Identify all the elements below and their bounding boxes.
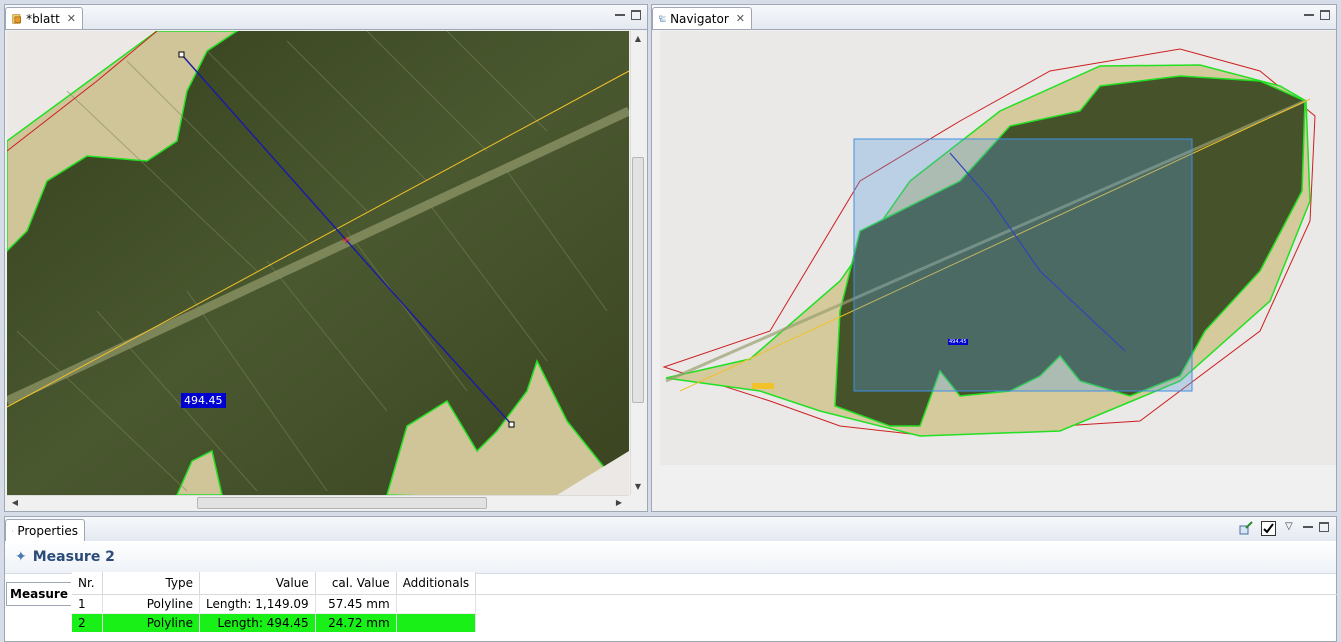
navigator-tabbar: Navigator ✕ xyxy=(652,5,1336,30)
maximize-icon[interactable] xyxy=(1320,10,1330,20)
scroll-down-icon[interactable]: ▼ xyxy=(632,481,644,493)
properties-tabbar: Properties ▽ xyxy=(5,517,1336,542)
navigator-icon xyxy=(659,15,666,22)
measure-table: Nr. Type Value cal. Value Additionals 1 … xyxy=(72,572,477,632)
column-header-additionals[interactable]: Additionals xyxy=(396,572,477,595)
close-icon[interactable]: ✕ xyxy=(736,12,745,25)
cell-type: Polyline xyxy=(102,594,200,614)
properties-header xyxy=(5,541,1336,574)
scroll-thumb-vertical[interactable] xyxy=(632,157,644,403)
editor-tabbar: *blatt ✕ xyxy=(5,5,647,30)
measure-label[interactable]: 494.45 xyxy=(181,393,226,408)
properties-tab-label: Properties xyxy=(17,523,78,538)
measure-side-tab[interactable]: Measure xyxy=(6,582,71,606)
table-header-line xyxy=(72,594,1337,595)
cell-value: Length: 494.45 xyxy=(199,613,316,632)
maximize-icon[interactable] xyxy=(631,10,641,20)
pin-icon[interactable] xyxy=(1239,521,1253,535)
scroll-up-icon[interactable]: ▲ xyxy=(632,33,644,45)
cell-cal-value: 57.45 mm xyxy=(315,594,397,614)
cell-cal-value: 24.72 mm xyxy=(315,613,397,632)
column-header-type[interactable]: Type xyxy=(102,572,200,595)
table-header-row: Nr. Type Value cal. Value Additionals xyxy=(72,572,477,595)
navigator-pane: Navigator ✕ 494.45 xyxy=(651,4,1337,512)
editor-pane: *blatt ✕ 494.45 ▲ ▼ ◀ ▶ xyxy=(4,4,648,512)
leaf-zoom-image xyxy=(7,31,629,495)
measure-icon: ✦ xyxy=(15,549,27,565)
navigator-tab-label: Navigator xyxy=(670,11,729,26)
column-header-cal-value[interactable]: cal. Value xyxy=(315,572,397,595)
cell-additionals xyxy=(396,613,477,632)
view-menu-icon[interactable]: ▽ xyxy=(1285,521,1293,532)
editor-tab-label: *blatt xyxy=(26,11,60,26)
navigator-tab[interactable]: Navigator ✕ xyxy=(652,7,752,29)
navigator-measure-label: 494.45 xyxy=(948,339,968,345)
cell-type: Polyline xyxy=(102,613,200,632)
cell-nr: 1 xyxy=(72,594,103,614)
checkbox-toggle-icon[interactable] xyxy=(1261,521,1276,536)
column-header-value[interactable]: Value xyxy=(199,572,316,595)
maximize-icon[interactable] xyxy=(1319,522,1329,532)
minimize-icon[interactable] xyxy=(615,10,625,16)
properties-icon xyxy=(12,529,14,532)
minimize-icon[interactable] xyxy=(1304,10,1314,16)
properties-title-text: Measure 2 xyxy=(32,549,115,565)
horizontal-scrollbar[interactable]: ◀ ▶ xyxy=(7,495,629,510)
navigator-overview[interactable]: 494.45 xyxy=(660,31,1336,465)
cell-value: Length: 1,149.09 xyxy=(199,594,316,614)
minimize-icon[interactable] xyxy=(1303,522,1313,528)
close-icon[interactable]: ✕ xyxy=(67,12,76,25)
editor-tab[interactable]: *blatt ✕ xyxy=(5,7,83,29)
properties-tab[interactable]: Properties xyxy=(5,519,85,541)
scroll-left-icon[interactable]: ◀ xyxy=(9,497,21,509)
leaf-zoom-view[interactable]: 494.45 xyxy=(7,31,629,495)
scroll-thumb-horizontal[interactable] xyxy=(197,497,487,509)
cell-additionals xyxy=(396,594,477,614)
table-row-selected[interactable]: 2 Polyline Length: 494.45 24.72 mm xyxy=(72,613,477,632)
table-row[interactable]: 1 Polyline Length: 1,149.09 57.45 mm xyxy=(72,594,477,614)
scroll-right-icon[interactable]: ▶ xyxy=(613,497,625,509)
column-header-nr[interactable]: Nr. xyxy=(72,572,103,595)
properties-title: ✦ Measure 2 xyxy=(15,549,115,565)
leaf-overview-image xyxy=(662,48,1316,437)
vertical-scrollbar[interactable]: ▲ ▼ xyxy=(630,31,645,495)
cell-nr: 2 xyxy=(72,613,103,632)
image-file-icon xyxy=(12,13,21,24)
